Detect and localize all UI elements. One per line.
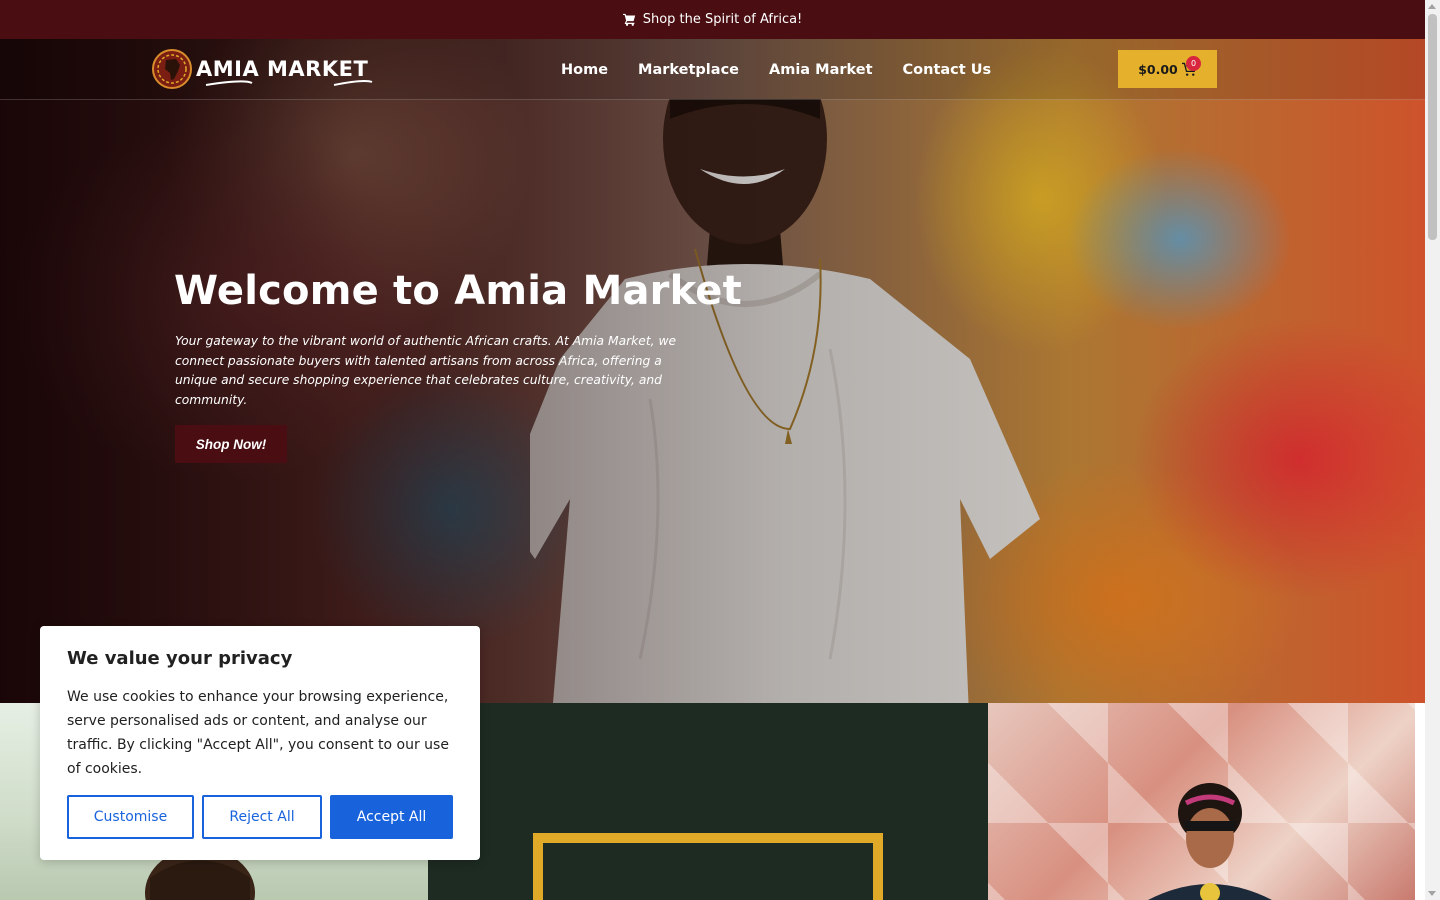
- site-header: AMIA MARKET Home Marketplace Amia Market…: [0, 39, 1425, 100]
- panel-image-right: [988, 703, 1415, 900]
- nav-link-contact-us[interactable]: Contact Us: [903, 62, 992, 78]
- cart-icon: [622, 13, 635, 26]
- cart-count-badge: 0: [1186, 56, 1201, 71]
- accept-all-button[interactable]: Accept All: [330, 795, 453, 839]
- gold-frame-decoration: [533, 833, 883, 900]
- scroll-up-arrow-icon[interactable]: [1428, 4, 1436, 9]
- logo-text: AMIA MARKET: [196, 57, 373, 86]
- cookie-consent-banner: We value your privacy We use cookies to …: [40, 626, 480, 860]
- cookie-buttons: Customise Reject All Accept All: [67, 795, 453, 839]
- logo-wordmark: AMIA MARKET: [196, 57, 369, 81]
- person-image-right: [1148, 783, 1272, 900]
- cookie-body: We use cookies to enhance your browsing …: [67, 689, 449, 777]
- page: Shop the Spirit of Africa! AMIA MARKET H…: [0, 0, 1425, 900]
- logo-swoosh-icon: [205, 80, 373, 86]
- nav-link-amia-market[interactable]: Amia Market: [769, 62, 873, 78]
- customise-button[interactable]: Customise: [67, 795, 194, 839]
- scroll-down-arrow-icon[interactable]: [1428, 891, 1436, 896]
- announcement-text: Shop the Spirit of Africa!: [642, 12, 803, 27]
- main-nav: Home Marketplace Amia Market Contact Us: [561, 39, 991, 100]
- shop-now-button[interactable]: Shop Now!: [175, 425, 287, 463]
- panel-dark-green: [428, 703, 988, 900]
- africa-map-logo-icon: [152, 49, 192, 89]
- reject-all-button[interactable]: Reject All: [202, 795, 322, 839]
- announcement-bar: Shop the Spirit of Africa!: [0, 0, 1425, 39]
- cookie-title: We value your privacy: [67, 648, 293, 669]
- nav-link-home[interactable]: Home: [561, 62, 608, 78]
- scrollbar-thumb[interactable]: [1428, 14, 1437, 240]
- vertical-scrollbar[interactable]: [1425, 0, 1440, 900]
- site-logo[interactable]: AMIA MARKET: [152, 49, 373, 89]
- cart-total: $0.00: [1138, 61, 1178, 77]
- hero-description: Your gateway to the vibrant world of aut…: [175, 334, 677, 407]
- hero-title: Welcome to Amia Market: [174, 268, 742, 314]
- nav-link-marketplace[interactable]: Marketplace: [638, 62, 739, 78]
- cart-button[interactable]: $0.00 0: [1118, 50, 1217, 88]
